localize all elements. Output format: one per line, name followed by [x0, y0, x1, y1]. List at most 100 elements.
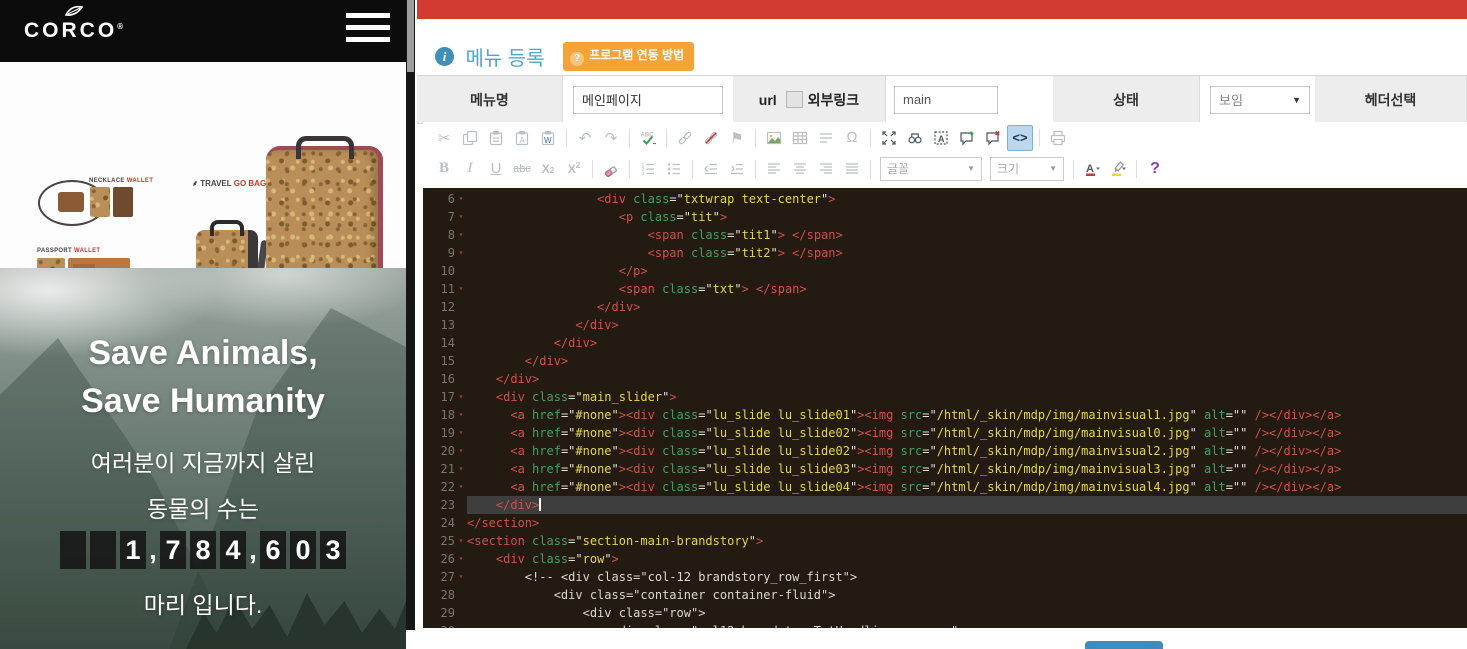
code-line-content[interactable]: <span class="tit1"> </span> [467, 226, 1467, 244]
fold-arrow-icon[interactable]: ▾ [455, 550, 467, 568]
preview-scrollbar-thumb[interactable] [407, 0, 414, 72]
code-line-content[interactable]: <div class="main_slider"> [467, 388, 1467, 406]
text-color-icon[interactable]: A [1080, 157, 1104, 181]
subscript-icon[interactable]: X2 [536, 157, 560, 181]
cut-icon[interactable]: ✂ [432, 126, 456, 150]
line-number: 23 [423, 496, 455, 514]
indent-icon[interactable] [725, 157, 749, 181]
select-all-icon[interactable]: A [929, 126, 953, 150]
fold-arrow-icon[interactable]: ▾ [455, 388, 467, 406]
align-center-icon[interactable] [788, 157, 812, 181]
code-line-content[interactable]: <div class="row"> [467, 604, 1467, 622]
code-line-content[interactable]: <a href="#none"><div class="lu_slide lu_… [467, 406, 1467, 424]
anchor-flag-icon[interactable]: ⚑ [725, 126, 749, 150]
code-line-content[interactable]: </div> [467, 334, 1467, 352]
save-button[interactable]: 저장하기 [1085, 641, 1163, 649]
italic-icon[interactable]: I [458, 157, 482, 181]
code-line-content[interactable]: <a href="#none"><div class="lu_slide lu_… [467, 442, 1467, 460]
code-line-content[interactable]: <a href="#none"><div class="lu_slide lu_… [467, 478, 1467, 496]
comment-add-icon[interactable] [955, 126, 979, 150]
superscript-icon[interactable]: X2 [562, 157, 586, 181]
spell-check-icon[interactable]: ABC [636, 126, 660, 150]
image-icon[interactable] [762, 126, 786, 150]
code-line-content[interactable]: <a href="#none"><div class="lu_slide lu_… [467, 424, 1467, 442]
underline-icon[interactable]: U [484, 157, 508, 181]
code-line-27: 27▾ <!-- <div class="col-12 brandstory_r… [423, 568, 1467, 586]
redo-icon[interactable]: ↷ [599, 126, 623, 150]
code-line-content[interactable]: <div class="container container-fluid"> [467, 586, 1467, 604]
code-line-content[interactable]: <!-- <div class="col-12 brandstory_row_f… [467, 568, 1467, 586]
toolbar-separator [1136, 160, 1137, 178]
code-line-content[interactable]: <div class="row"> [467, 550, 1467, 568]
program-link-help-button[interactable]: ?프로그램 연동 방법 [563, 42, 694, 71]
fold-arrow-icon[interactable]: ▾ [455, 478, 467, 496]
link-icon[interactable] [673, 126, 697, 150]
align-right-icon[interactable] [814, 157, 838, 181]
bulleted-list-icon[interactable] [662, 157, 686, 181]
fold-arrow-icon[interactable]: ▾ [455, 280, 467, 298]
paste-icon[interactable] [484, 126, 508, 150]
fold-arrow-icon[interactable]: ▾ [455, 244, 467, 262]
code-line-content[interactable]: <section class="section-main-brandstory"… [467, 532, 1467, 550]
highlight-color-icon[interactable] [1106, 157, 1130, 181]
fold-arrow-icon[interactable]: ▾ [455, 226, 467, 244]
counter-digit: 1 [120, 531, 146, 569]
fold-arrow-icon[interactable]: ▾ [455, 460, 467, 478]
unlink-icon[interactable] [699, 126, 723, 150]
code-line-content[interactable]: <span class="tit2"> </span> [467, 244, 1467, 262]
fold-arrow-icon[interactable]: ▾ [455, 532, 467, 550]
remove-format-icon[interactable] [599, 157, 623, 181]
print-icon[interactable] [1046, 126, 1070, 150]
fold-arrow-icon[interactable]: ▾ [455, 190, 467, 208]
code-line-content[interactable]: <div class="col12 brandstoryTxtHeadline-… [467, 622, 1467, 628]
code-line-content[interactable]: </div> [467, 496, 1467, 514]
corco-logo[interactable]: CORCO® [24, 4, 124, 42]
find-icon[interactable] [903, 126, 927, 150]
maximize-icon[interactable] [877, 126, 901, 150]
preview-scrollbar[interactable] [406, 0, 415, 630]
paste-text-icon[interactable]: A [510, 126, 534, 150]
bold-icon[interactable]: B [432, 157, 456, 181]
code-line-content[interactable]: <span class="txt"> </span> [467, 280, 1467, 298]
numbered-list-icon[interactable]: 123 [636, 157, 660, 181]
table-icon[interactable] [788, 126, 812, 150]
code-line-content[interactable]: </div> [467, 298, 1467, 316]
align-justify-icon[interactable] [840, 157, 864, 181]
source-code-editor[interactable]: 6▾ <div class="txtwrap text-center">7▾ <… [423, 188, 1467, 628]
help-icon[interactable]: ? [1143, 157, 1167, 181]
paste-word-icon[interactable]: W [536, 126, 560, 150]
code-line-content[interactable]: </div> [467, 370, 1467, 388]
special-char-icon[interactable]: Ω [840, 126, 864, 150]
size-select[interactable]: 크기▼ [990, 157, 1064, 181]
code-line-content[interactable]: <div class="txtwrap text-center"> [467, 190, 1467, 208]
menu-name-input[interactable] [573, 86, 723, 114]
code-line-content[interactable]: </div> [467, 316, 1467, 334]
code-line-content[interactable]: <p class="tit"> [467, 208, 1467, 226]
outdent-icon[interactable] [699, 157, 723, 181]
code-line-content[interactable]: </div> [467, 352, 1467, 370]
code-line-content[interactable]: <a href="#none"><div class="lu_slide lu_… [467, 460, 1467, 478]
line-number: 14 [423, 334, 455, 352]
horizontal-line-icon[interactable] [814, 126, 838, 150]
fold-arrow-icon[interactable]: ▾ [455, 406, 467, 424]
product-label-necklace: NECKLACE WALLET [89, 178, 153, 184]
comment-remove-icon[interactable] [981, 126, 1005, 150]
undo-icon[interactable]: ↶ [573, 126, 597, 150]
status-select[interactable]: 보임 ▼ [1210, 86, 1310, 114]
strikethrough-icon[interactable]: abc [510, 157, 534, 181]
code-line-content[interactable]: </p> [467, 262, 1467, 280]
fold-arrow-icon[interactable]: ▾ [455, 568, 467, 586]
source-button[interactable]: <> [1007, 125, 1033, 151]
product-label-passport: PASSPORT WALLET [37, 248, 100, 254]
font-select[interactable]: 글꼴▼ [880, 157, 982, 181]
align-left-icon[interactable] [762, 157, 786, 181]
product-carousel[interactable]: NECKLACE WALLET PASSPORT WALLET ⸙ TRAVEL… [0, 62, 406, 269]
copy-icon[interactable] [458, 126, 482, 150]
external-link-checkbox[interactable] [786, 91, 803, 108]
code-line-content[interactable]: </section> [467, 514, 1467, 532]
fold-arrow-icon[interactable]: ▾ [455, 424, 467, 442]
url-input[interactable] [894, 86, 998, 114]
hamburger-menu-icon[interactable] [346, 13, 390, 49]
fold-arrow-icon[interactable]: ▾ [455, 208, 467, 226]
fold-arrow-icon[interactable]: ▾ [455, 442, 467, 460]
